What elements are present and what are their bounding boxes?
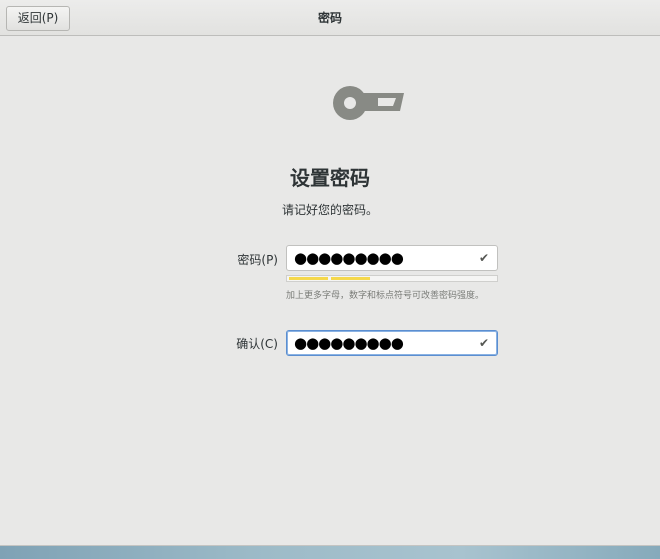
window-title: 密码: [317, 11, 342, 25]
key-icon: [333, 86, 404, 120]
confirm-password-field[interactable]: ●●●●●●●●● ✔: [286, 330, 498, 356]
desktop-background-strip: [0, 546, 660, 559]
password-dots: ●●●●●●●●●: [294, 249, 404, 267]
password-label: 密码(P): [237, 253, 278, 267]
password-field[interactable]: ●●●●●●●●● ✔: [286, 245, 498, 271]
confirm-dots: ●●●●●●●●●: [294, 334, 404, 352]
header-bar: 返回(P) 密码: [0, 0, 660, 36]
checkmark-icon: ✔: [479, 336, 490, 350]
password-hint: 加上更多字母，数字和标点符号可改善密码强度。: [286, 291, 485, 301]
password-setup-window: 返回(P) 密码 设置密码 请记好您的密码。 密码(P) ●●●●●●●●● ✔…: [0, 0, 660, 546]
strength-segment: [414, 277, 453, 280]
password-strength-bar: [286, 275, 498, 282]
checkmark-icon: ✔: [479, 251, 490, 265]
strength-segment: [373, 277, 412, 280]
strength-segment: [330, 277, 370, 280]
strength-segment: [456, 277, 495, 280]
page-title: 设置密码: [290, 166, 370, 190]
strength-segment: [289, 277, 328, 280]
page-subtitle: 请记好您的密码。: [281, 203, 378, 217]
confirm-label: 确认(C): [236, 337, 278, 351]
